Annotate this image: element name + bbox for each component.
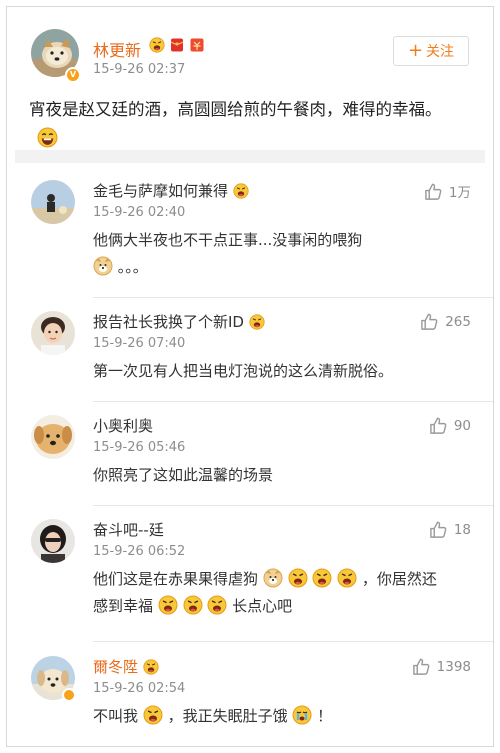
like-count: 1万 xyxy=(448,185,471,201)
commenter-name[interactable]: 奋斗吧--廷 xyxy=(93,519,164,540)
comment-text-part: ，我正失眠肚子饿 xyxy=(167,707,288,725)
like-count: 1398 xyxy=(436,658,471,675)
angry-emoji-icon xyxy=(288,568,308,588)
weibo-card: V 林更新 15-9-26 02:37 + 关注 宵夜是赵又廷的酒，高圆圆给煎的… xyxy=(6,6,494,747)
like-count: 90 xyxy=(453,417,471,434)
angry-emoji-icon xyxy=(207,595,227,615)
like-button[interactable]: 1万 xyxy=(424,181,471,201)
angry-emoji-icon xyxy=(143,705,163,725)
thumbs-up-icon xyxy=(429,520,448,539)
like-button[interactable]: 18 xyxy=(429,520,471,539)
comment-divider xyxy=(93,297,493,298)
plus-icon: + xyxy=(407,40,424,61)
thumbs-up-icon xyxy=(412,657,431,676)
doge-emoji-icon xyxy=(93,256,113,276)
thumbs-up-icon xyxy=(424,182,443,201)
post-text-body: 宵夜是赵又廷的酒，高圆圆给煎的午餐肉，难得的幸福。 xyxy=(29,100,442,119)
post-timestamp: 15-9-26 02:37 xyxy=(93,62,186,77)
comment-timestamp: 15-9-26 06:52 xyxy=(93,544,186,559)
like-button[interactable]: 1398 xyxy=(412,657,471,676)
comment-divider xyxy=(93,401,493,402)
comment-text: 不叫我 ，我正失眠肚子饿 ！ xyxy=(93,703,473,730)
commenter-name[interactable]: 爾冬陞 xyxy=(93,656,159,677)
commenter-name[interactable]: 报告社长我换了个新ID xyxy=(93,311,265,332)
follow-label: 关注 xyxy=(426,44,455,60)
comment-text: 他俩大半夜也不干点正事...没事闲的喂狗 。。。 xyxy=(93,227,473,281)
angry-emoji-icon xyxy=(233,183,249,199)
comment-text-part: 长点心吧 xyxy=(232,597,293,615)
verified-badge-icon xyxy=(62,688,76,702)
commenter-avatar[interactable] xyxy=(31,519,75,563)
thumbs-up-icon xyxy=(429,416,448,435)
comment-text-part: ！ xyxy=(317,707,333,725)
commenter-name[interactable]: 小奥利奥 xyxy=(93,415,153,436)
original-post: V 林更新 15-9-26 02:37 + 关注 宵夜是赵又廷的酒，高圆圆给煎的… xyxy=(7,7,493,150)
comment-timestamp: 15-9-26 02:40 xyxy=(93,205,186,220)
angry-emoji-icon xyxy=(337,568,357,588)
commenter-avatar[interactable] xyxy=(31,180,75,224)
commenter-name[interactable]: 金毛与萨摩如何兼得 xyxy=(93,180,249,201)
comment-text: 你照亮了这如此温馨的场景 xyxy=(93,466,274,484)
comment-text-part: ，你居然还 xyxy=(361,570,437,588)
angry-emoji-icon xyxy=(183,595,203,615)
follow-button[interactable]: + 关注 xyxy=(393,36,469,66)
comment-divider xyxy=(93,641,493,642)
comment-text-part: 不叫我 xyxy=(93,707,139,725)
laugh-emoji-icon xyxy=(37,127,58,148)
comment-item: 报告社长我换了个新ID 15-9-26 07:40 265 第一次见有人把当电灯… xyxy=(7,311,493,391)
thumbs-up-icon xyxy=(420,312,439,331)
commenter-name-text: 报告社长我换了个新ID xyxy=(93,313,244,331)
commenter-name-text: 爾冬陞 xyxy=(93,658,139,676)
comment-text: 第一次见有人把当电灯泡说的这么清新脱俗。 xyxy=(93,362,394,380)
red-envelope-icon xyxy=(170,38,184,52)
cry-emoji-icon xyxy=(292,705,312,725)
comment-text: 他们这是在赤果果得虐狗 ，你居然还 感到幸福 长点心吧 xyxy=(93,566,473,620)
author-badges xyxy=(149,37,205,53)
commenter-avatar[interactable] xyxy=(31,311,75,355)
comment-item: 奋斗吧--廷 15-9-26 06:52 18 他们这是在赤果果得虐狗 ，你居然… xyxy=(7,519,493,639)
comment-timestamp: 15-9-26 05:46 xyxy=(93,440,186,455)
comment-text-line2: 。。。 xyxy=(117,258,148,276)
doge-emoji-icon xyxy=(263,568,283,588)
section-separator xyxy=(15,150,485,163)
commenter-avatar[interactable] xyxy=(31,415,75,459)
comment-timestamp: 15-9-26 07:40 xyxy=(93,336,186,351)
angry-emoji-icon xyxy=(143,659,159,675)
commenter-name-text: 金毛与萨摩如何兼得 xyxy=(93,182,229,200)
comment-text-part: 他们这是在赤果果得虐狗 xyxy=(93,570,259,588)
verified-badge-icon: V xyxy=(65,67,81,83)
red-packet-icon xyxy=(190,38,204,52)
comment-divider xyxy=(93,505,493,506)
like-button[interactable]: 90 xyxy=(429,416,471,435)
like-count: 265 xyxy=(445,313,471,330)
like-button[interactable]: 265 xyxy=(420,312,471,331)
like-count: 18 xyxy=(453,521,471,538)
angry-emoji-icon xyxy=(312,568,332,588)
crown-angry-emoji-icon xyxy=(149,37,165,53)
post-author-name[interactable]: 林更新 xyxy=(93,37,141,61)
comment-text-line1: 他俩大半夜也不干点正事...没事闲的喂狗 xyxy=(93,231,363,249)
angry-emoji-icon xyxy=(158,595,178,615)
comment-item: 小奥利奥 15-9-26 05:46 90 你照亮了这如此温馨的场景 xyxy=(7,415,493,499)
comment-timestamp: 15-9-26 02:54 xyxy=(93,681,186,696)
comment-item: 金毛与萨摩如何兼得 15-9-26 02:40 1万 他俩大半夜也不干点正事..… xyxy=(7,180,493,290)
comment-text-part: 感到幸福 xyxy=(93,597,154,615)
angry-emoji-icon xyxy=(249,314,265,330)
post-text: 宵夜是赵又廷的酒，高圆圆给煎的午餐肉，难得的幸福。 xyxy=(29,95,475,153)
comment-item: 爾冬陞 15-9-26 02:54 1398 不叫我 ，我正失眠肚子饿 ！ xyxy=(7,656,493,746)
